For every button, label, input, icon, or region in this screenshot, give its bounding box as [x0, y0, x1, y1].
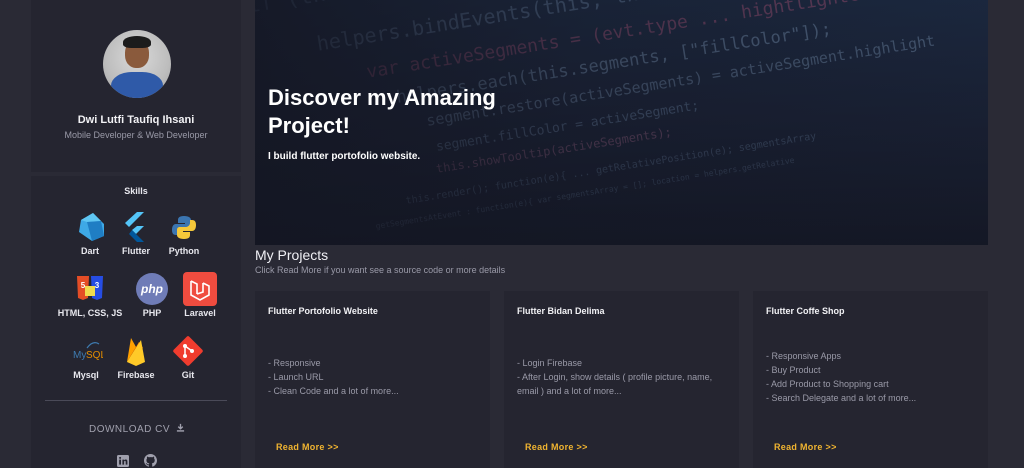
project-card-portofolio: Flutter Portofolio Website - Responsive …: [255, 291, 490, 468]
project-title: Flutter Coffe Shop: [766, 306, 845, 316]
svg-text:3: 3: [95, 281, 100, 290]
flutter-icon: [119, 210, 153, 244]
project-desc-line: - Responsive: [268, 358, 321, 368]
download-cv-button[interactable]: DOWNLOAD CV: [85, 420, 189, 438]
skill-label: Git: [181, 370, 195, 380]
skill-html-css-js: 5 3 HTML, CSS, JS: [55, 272, 125, 318]
skill-label: Python: [168, 246, 200, 256]
sidebar: Dwi Lutfi Taufiq Ihsani Mobile Developer…: [31, 0, 241, 468]
firebase-icon: [119, 334, 153, 368]
php-icon: php: [135, 272, 169, 306]
laravel-icon: [183, 272, 217, 306]
projects-subtitle: Click Read More if you want see a source…: [255, 265, 506, 275]
skills-card: Skills Dart Flutter Python 5 3 HTML, CSS…: [31, 176, 241, 468]
project-title: Flutter Bidan Delima: [517, 306, 605, 316]
project-desc-line: - After Login, show details ( profile pi…: [517, 372, 713, 396]
read-more-link[interactable]: Read More >>: [276, 442, 339, 452]
project-desc-line: - Responsive Apps: [766, 351, 842, 361]
git-icon: [171, 334, 205, 368]
project-desc-line: - Add Product to Shopping cart: [766, 379, 889, 389]
profile-name: Dwi Lutfi Taufiq Ihsani: [77, 114, 195, 126]
divider: [45, 400, 227, 401]
skills-title: Skills: [124, 186, 148, 196]
profile-role: Mobile Developer & Web Developer: [64, 130, 208, 140]
profile-card: Dwi Lutfi Taufiq Ihsani Mobile Developer…: [31, 0, 241, 172]
skill-python: Python: [149, 210, 219, 256]
hero-subtitle: I build flutter portofolio website.: [268, 151, 421, 162]
hero-title: Discover my Amazing Project!: [268, 85, 496, 138]
project-desc-line: - Search Delegate and a lot of more...: [766, 393, 917, 403]
hero-banner: if (this.options.show ... (this, (evt.ty…: [255, 0, 988, 245]
projects-title: My Projects: [255, 247, 329, 263]
html-css-js-icon: 5 3: [73, 272, 107, 306]
read-more-link[interactable]: Read More >>: [774, 442, 837, 452]
project-card-coffe-shop: Flutter Coffe Shop - Responsive Apps - B…: [753, 291, 988, 468]
avatar: [103, 30, 171, 98]
project-title: Flutter Portofolio Website: [268, 306, 378, 316]
download-icon: [176, 423, 185, 435]
skill-git: Git: [153, 334, 223, 380]
project-desc-line: - Clean Code and a lot of more...: [268, 386, 399, 396]
mysql-icon: My SQL: [69, 334, 106, 368]
project-desc-line: - Buy Product: [766, 365, 821, 375]
read-more-link[interactable]: Read More >>: [525, 442, 588, 452]
svg-text:5: 5: [81, 281, 86, 290]
skill-label: Laravel: [184, 308, 216, 318]
skill-laravel: Laravel: [165, 272, 235, 318]
github-icon[interactable]: [144, 454, 157, 467]
python-icon: [167, 210, 201, 244]
linkedin-icon[interactable]: [117, 454, 129, 467]
svg-text:php: php: [140, 282, 163, 296]
skill-label: HTML, CSS, JS: [57, 308, 123, 318]
svg-text:My: My: [73, 350, 86, 361]
project-desc-line: - Login Firebase: [517, 358, 583, 368]
project-desc-line: - Launch URL: [268, 372, 324, 382]
download-cv-label: DOWNLOAD CV: [88, 423, 171, 435]
project-card-bidan-delima: Flutter Bidan Delima - Login Firebase - …: [504, 291, 739, 468]
